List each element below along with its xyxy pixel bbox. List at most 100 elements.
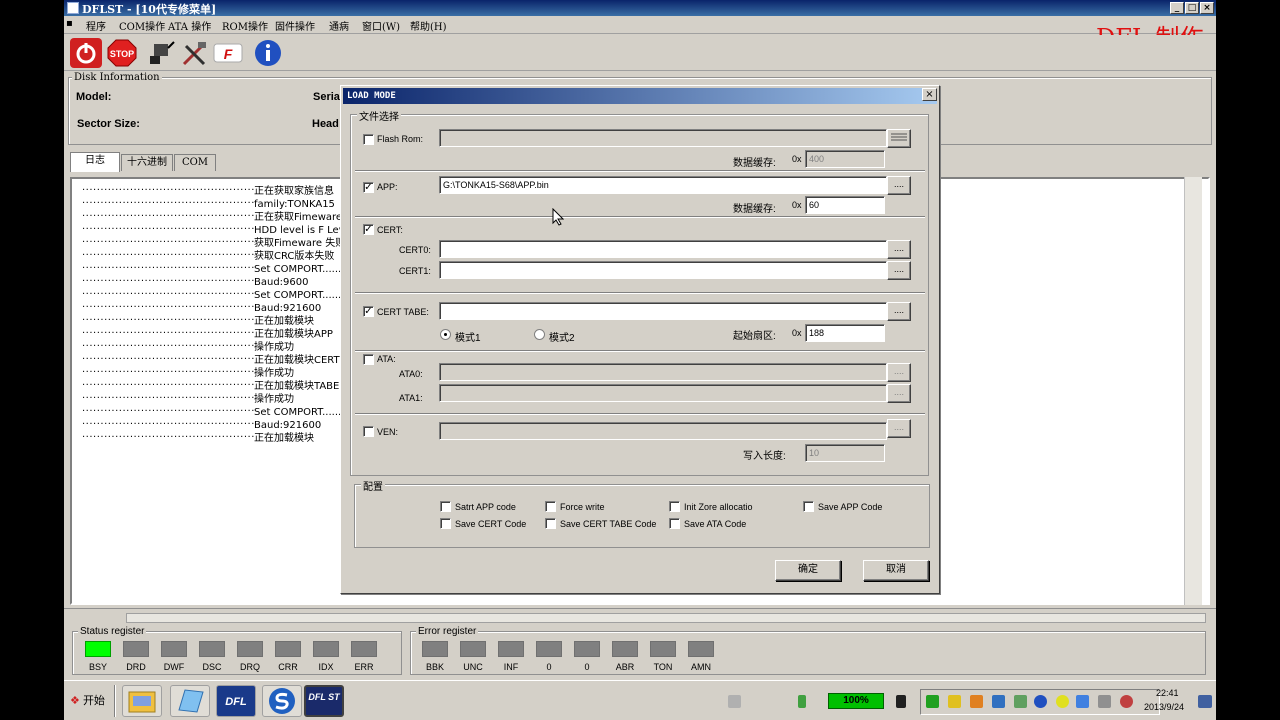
info-icon[interactable]	[252, 38, 284, 68]
app-title-bar[interactable]: DFLST - [10代专修菜单] _ □ ×	[64, 0, 1216, 16]
update-icon[interactable]	[1056, 695, 1069, 708]
cert0-browse-button[interactable]: ....	[887, 240, 911, 259]
save-cert-code-checkbox[interactable]	[440, 518, 451, 529]
menu-icon[interactable]: ▪	[66, 18, 73, 29]
init-zore-allocation-checkbox[interactable]	[669, 501, 680, 512]
load-mode-dialog: LOAD MODE × 文件选择 Flash Rom: 数据缓存: 0x 400…	[340, 85, 940, 594]
menu-com[interactable]: COM操作	[119, 18, 165, 33]
ata0-path-input[interactable]	[439, 363, 887, 381]
cert-tabe-path-input[interactable]	[439, 302, 887, 320]
cancel-button[interactable]: 取消	[863, 560, 929, 581]
cert-checkbox[interactable]: ✓	[363, 224, 374, 235]
ven-path-input[interactable]	[439, 422, 887, 440]
save-app-code-checkbox[interactable]	[803, 501, 814, 512]
notepad-task-button[interactable]	[170, 685, 210, 717]
dfl-task-button[interactable]: DFL	[216, 685, 256, 717]
app-browse-button[interactable]: ....	[887, 176, 911, 195]
printer-icon[interactable]	[728, 695, 741, 708]
signal-icon[interactable]	[1098, 695, 1111, 708]
bluetooth-icon[interactable]	[1034, 695, 1047, 708]
minimize-button[interactable]: _	[1170, 2, 1184, 14]
menu-rom[interactable]: ROM操作	[222, 18, 268, 33]
cert-tabe-checkbox[interactable]: ✓	[363, 306, 374, 317]
status-register-title: Status register	[78, 626, 147, 637]
chat-icon[interactable]	[1076, 695, 1089, 708]
tab-com[interactable]: COM	[174, 154, 216, 171]
cert1-path-input[interactable]	[439, 261, 887, 279]
tools-icon[interactable]	[178, 38, 210, 68]
mode1-radio[interactable]	[440, 329, 451, 340]
network-icon[interactable]	[926, 695, 939, 708]
ata1-path-input[interactable]	[439, 384, 887, 402]
ata0-browse-button[interactable]: ....	[887, 363, 911, 382]
app-buffer-input[interactable]: 60	[805, 196, 885, 214]
power-icon[interactable]	[70, 38, 102, 68]
dflst-task-button[interactable]: DFL ST	[304, 685, 344, 717]
volume-muted-icon[interactable]	[1120, 695, 1133, 708]
dialog-close-button[interactable]: ×	[922, 88, 937, 101]
start-button[interactable]: ❖ 开始	[66, 687, 110, 715]
menu-firmware[interactable]: 固件操作	[275, 18, 315, 33]
s-app-task-button[interactable]	[262, 685, 302, 717]
separator	[355, 216, 925, 218]
status-scrollbar[interactable]	[126, 613, 1206, 623]
init-zore-allocation-label: Init Zore allocatio	[684, 502, 753, 512]
led-label: ABR	[615, 662, 635, 672]
force-write-checkbox[interactable]	[545, 501, 556, 512]
flash-rom-path[interactable]	[439, 129, 887, 147]
close-button[interactable]: ×	[1200, 2, 1214, 14]
battery-small-icon[interactable]	[798, 695, 806, 708]
write-length-input[interactable]: 10	[805, 444, 885, 462]
ok-button[interactable]: 确定	[775, 560, 841, 581]
folder-icon	[128, 691, 156, 713]
flash-rom-hex-prefix: 0x	[792, 154, 802, 164]
menu-window[interactable]: 窗口(W)	[362, 18, 400, 33]
log-line-dots: ........................................…	[82, 247, 254, 258]
mode2-radio[interactable]	[534, 329, 545, 340]
app-checkbox[interactable]: ✓	[363, 182, 374, 193]
explorer-task-button[interactable]	[122, 685, 162, 717]
menu-help[interactable]: 帮助(H)	[410, 18, 447, 33]
ata-checkbox[interactable]	[363, 354, 374, 365]
maximize-button[interactable]: □	[1185, 2, 1199, 14]
flash-rom-buffer-input[interactable]: 400	[805, 150, 885, 168]
clock-time[interactable]: 22:41	[1156, 688, 1179, 698]
start-sector-input[interactable]: 188	[805, 324, 885, 342]
cert-tabe-browse-button[interactable]: ....	[887, 302, 911, 321]
drive-icon[interactable]	[1014, 695, 1027, 708]
save-cert-tabe-code-checkbox[interactable]	[545, 518, 556, 529]
app-path-input[interactable]: G:\TONKA15-S68\APP.bin	[439, 176, 887, 194]
start-app-code-checkbox[interactable]	[440, 501, 451, 512]
ata1-browse-button[interactable]: ....	[887, 384, 911, 403]
ven-browse-button[interactable]: ....	[887, 419, 911, 438]
show-desktop-icon[interactable]	[1198, 695, 1212, 708]
clock-date[interactable]: 2013/9/24	[1144, 702, 1184, 712]
flash-rom-browse-button[interactable]	[887, 129, 911, 148]
stop-icon[interactable]: STOP	[106, 38, 138, 68]
save-ata-code-checkbox[interactable]	[669, 518, 680, 529]
ven-checkbox[interactable]	[363, 426, 374, 437]
menu-ata[interactable]: ATA 操作	[168, 18, 211, 33]
tab-hex[interactable]: 十六进制	[121, 154, 173, 171]
battery-indicator[interactable]: 100%	[828, 693, 884, 709]
led-error-register-1	[460, 641, 486, 657]
menu-program[interactable]: 程序	[86, 18, 106, 33]
warning-icon[interactable]	[948, 695, 961, 708]
monitor-icon[interactable]	[992, 695, 1005, 708]
cert0-label: CERT0:	[399, 245, 431, 255]
tab-log[interactable]: 日志	[70, 152, 120, 172]
f-logo-icon[interactable]: F	[212, 38, 244, 68]
cert1-browse-button[interactable]: ....	[887, 261, 911, 280]
dialog-title[interactable]: LOAD MODE	[343, 88, 937, 104]
flash-rom-checkbox[interactable]	[363, 134, 374, 145]
plug-icon[interactable]	[896, 695, 906, 708]
connect-icon[interactable]	[144, 38, 176, 68]
cert1-label: CERT1:	[399, 266, 431, 276]
log-scrollbar[interactable]	[1184, 177, 1202, 605]
menu-common[interactable]: 通病	[329, 18, 349, 33]
users-icon[interactable]	[970, 695, 983, 708]
save-ata-code-label: Save ATA Code	[684, 519, 747, 529]
led-label: DRD	[126, 662, 146, 672]
led-error-register-4	[574, 641, 600, 657]
cert0-path-input[interactable]	[439, 240, 887, 258]
